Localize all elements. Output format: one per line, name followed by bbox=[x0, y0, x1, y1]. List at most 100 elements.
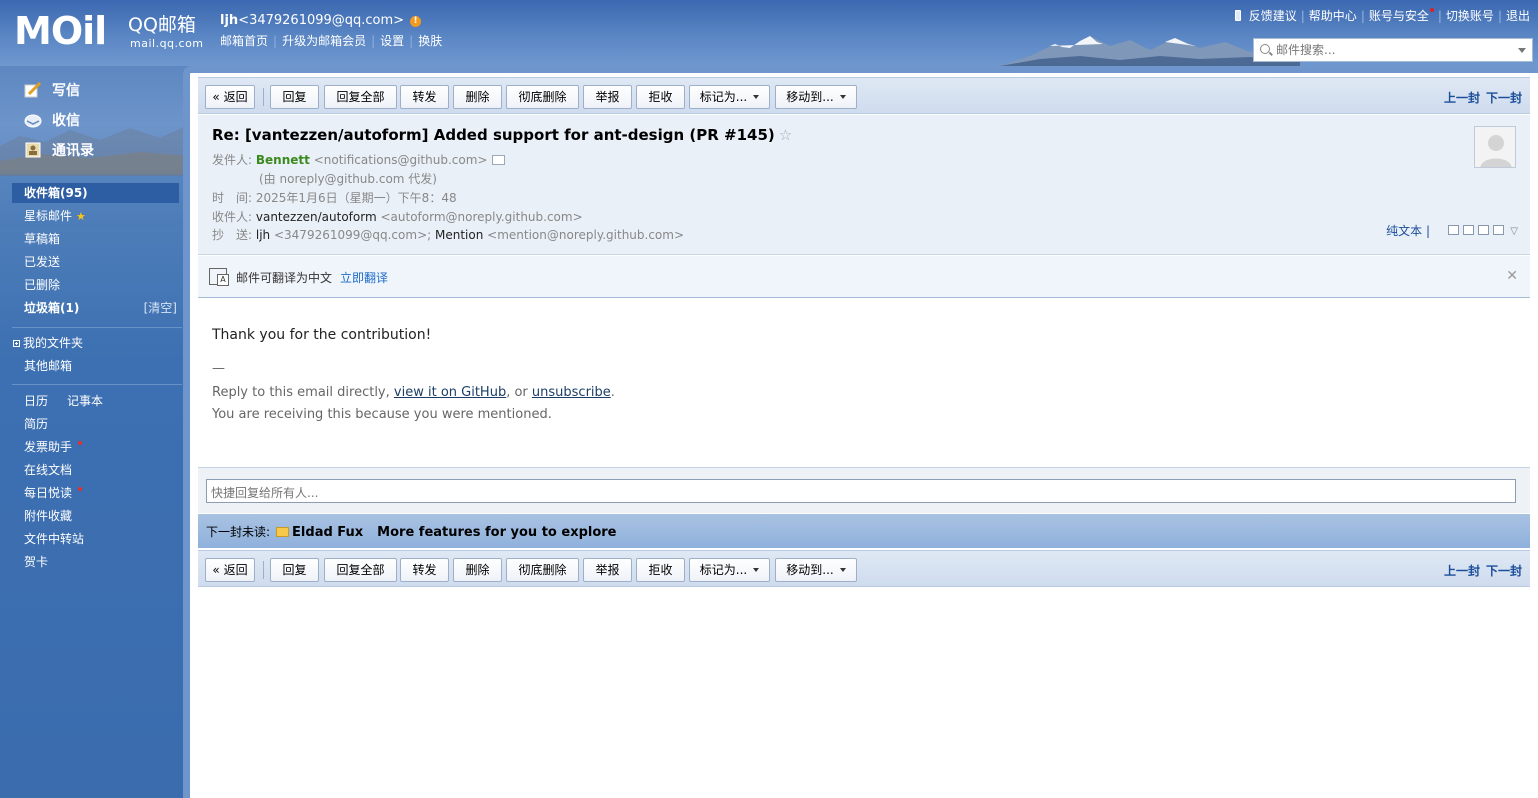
prev-mail-link[interactable]: 上一封 bbox=[1444, 91, 1480, 105]
warning-icon[interactable]: ! bbox=[410, 16, 422, 27]
next-unread-sender[interactable]: Eldad Fux bbox=[292, 525, 363, 540]
search-input[interactable] bbox=[1276, 41, 1511, 59]
delete-button[interactable]: 删除 bbox=[453, 85, 502, 109]
mail-header: Re: [vantezzen/autoform] Added support f… bbox=[198, 115, 1530, 255]
daily-reading-link[interactable]: 每日悦读 bbox=[24, 483, 179, 503]
download-icon[interactable] bbox=[1478, 225, 1490, 235]
note-icon[interactable] bbox=[1463, 225, 1475, 235]
folder-spam[interactable]: 垃圾箱(1) [清空] bbox=[24, 298, 179, 318]
move-to-dropdown[interactable]: 移动到... bbox=[775, 558, 857, 582]
invoice-helper-label: 发票助手 bbox=[24, 440, 73, 454]
next-mail-link[interactable]: 下一封 bbox=[1486, 91, 1522, 105]
clear-spam-link[interactable]: [清空] bbox=[144, 298, 177, 318]
unsubscribe-link[interactable]: unsubscribe bbox=[532, 385, 611, 400]
top-nav-links: 邮箱首页 | 升级为邮箱会员 | 设置 | 换肤 bbox=[220, 34, 443, 48]
link-logout[interactable]: 退出 bbox=[1506, 9, 1530, 23]
forward-button[interactable]: 转发 bbox=[400, 85, 449, 109]
invoice-helper-link[interactable]: 发票助手 bbox=[24, 437, 179, 457]
attachment-favorites-link[interactable]: 附件收藏 bbox=[24, 506, 179, 526]
search-icon[interactable] bbox=[1260, 44, 1270, 54]
reply-button[interactable]: 回复 bbox=[270, 558, 319, 582]
quick-reply-input[interactable] bbox=[206, 479, 1516, 503]
report-button[interactable]: 举报 bbox=[583, 85, 632, 109]
mail-body-text: Thank you for the contribution! bbox=[212, 327, 432, 343]
other-mailbox-link[interactable]: 其他邮箱 bbox=[24, 356, 179, 376]
tools-row-calendar-notes: 日历 记事本 bbox=[24, 391, 179, 411]
mark-as-dropdown[interactable]: 标记为... bbox=[689, 85, 770, 109]
mark-as-dropdown[interactable]: 标记为... bbox=[689, 558, 770, 582]
greeting-cards-link[interactable]: 贺卡 bbox=[24, 552, 179, 572]
folder-inbox[interactable]: 收件箱(95) bbox=[12, 183, 179, 203]
receive-mail-button[interactable]: 收信 bbox=[24, 110, 80, 132]
user-name: ljh bbox=[220, 13, 239, 28]
link-change-skin[interactable]: 换肤 bbox=[418, 34, 442, 48]
back-button[interactable]: « 返回 bbox=[205, 85, 255, 109]
file-transfer-link[interactable]: 文件中转站 bbox=[24, 529, 179, 549]
new-window-icon[interactable] bbox=[1448, 225, 1460, 235]
folder-deleted[interactable]: 已删除 bbox=[24, 275, 179, 295]
delete-button[interactable]: 删除 bbox=[453, 558, 502, 582]
logo-qq-text: QQ邮箱 bbox=[128, 14, 196, 36]
compose-button[interactable]: 写信 bbox=[24, 80, 80, 102]
reject-button[interactable]: 拒收 bbox=[636, 558, 685, 582]
cc-name[interactable]: Mention bbox=[435, 228, 483, 242]
next-unread-subject[interactable]: More features for you to explore bbox=[377, 525, 616, 540]
chevron-down-icon[interactable]: ▽ bbox=[1510, 226, 1518, 237]
contacts-button[interactable]: 通讯录 bbox=[24, 140, 94, 162]
plain-text-link[interactable]: 纯文本 | bbox=[1386, 222, 1430, 239]
report-button[interactable]: 举报 bbox=[583, 558, 632, 582]
calendar-link[interactable]: 日历 bbox=[24, 394, 48, 408]
reply-button[interactable]: 回复 bbox=[270, 85, 319, 109]
folder-sent[interactable]: 已发送 bbox=[24, 252, 179, 272]
move-to-dropdown[interactable]: 移动到... bbox=[775, 85, 857, 109]
next-unread-info[interactable]: 下一封未读: Eldad Fux More features for you to … bbox=[206, 523, 617, 540]
sender-avatar[interactable] bbox=[1474, 126, 1516, 168]
forward-button[interactable]: 转发 bbox=[400, 558, 449, 582]
online-docs-link[interactable]: 在线文档 bbox=[24, 460, 179, 480]
folder-spam-label: 垃圾箱(1) bbox=[24, 301, 80, 315]
link-account-security[interactable]: 账号与安全 bbox=[1369, 9, 1429, 23]
receive-label: 收信 bbox=[52, 113, 80, 129]
link-switch-account[interactable]: 切换账号 bbox=[1446, 9, 1494, 23]
recipient-name[interactable]: vantezzen/autoform bbox=[256, 210, 377, 224]
view-on-github-link[interactable]: view it on GitHub bbox=[394, 385, 506, 400]
cc-name[interactable]: ljh bbox=[256, 228, 270, 242]
sidebar-divider bbox=[12, 327, 182, 328]
link-feedback[interactable]: 反馈建议 bbox=[1249, 9, 1297, 23]
prev-mail-link[interactable]: 上一封 bbox=[1444, 564, 1480, 578]
sender-name[interactable]: Bennett bbox=[256, 153, 310, 167]
print-icon[interactable] bbox=[1493, 225, 1505, 235]
resume-link[interactable]: 简历 bbox=[24, 414, 179, 434]
qq-mail-logo[interactable]: MOil QQ邮箱 mail.qq.com bbox=[14, 10, 204, 52]
link-mail-home[interactable]: 邮箱首页 bbox=[220, 34, 268, 48]
translate-now-link[interactable]: 立即翻译 bbox=[340, 271, 388, 285]
default-avatar-icon bbox=[1475, 127, 1515, 167]
star-icon[interactable]: ☆ bbox=[779, 126, 792, 144]
reject-button[interactable]: 拒收 bbox=[636, 85, 685, 109]
quick-reply-area bbox=[198, 467, 1530, 513]
mail-search-box[interactable] bbox=[1253, 38, 1533, 62]
expand-plus-icon[interactable] bbox=[13, 340, 20, 347]
reply-all-button[interactable]: 回复全部 bbox=[324, 558, 397, 582]
link-upgrade-vip[interactable]: 升级为邮箱会员 bbox=[282, 34, 366, 48]
folder-starred[interactable]: 星标邮件 ★ bbox=[24, 206, 179, 226]
chevron-down-icon[interactable] bbox=[1518, 48, 1526, 53]
folder-drafts[interactable]: 草稿箱 bbox=[24, 229, 179, 249]
contacts-icon bbox=[25, 142, 41, 158]
mobile-phone-icon[interactable] bbox=[1234, 10, 1241, 21]
my-folders-toggle[interactable]: 我的文件夹 bbox=[13, 333, 179, 353]
notification-dot-icon bbox=[1429, 8, 1434, 12]
close-icon[interactable]: ✕ bbox=[1506, 268, 1518, 284]
delete-permanently-button[interactable]: 彻底删除 bbox=[506, 558, 579, 582]
back-button[interactable]: « 返回 bbox=[205, 558, 255, 582]
contact-card-icon[interactable] bbox=[492, 155, 506, 165]
next-mail-link[interactable]: 下一封 bbox=[1486, 564, 1522, 578]
link-help-center[interactable]: 帮助中心 bbox=[1309, 9, 1357, 23]
delete-permanently-button[interactable]: 彻底删除 bbox=[506, 85, 579, 109]
reply-mid-text: , or bbox=[506, 385, 532, 400]
link-settings[interactable]: 设置 bbox=[380, 34, 404, 48]
translate-prompt: 邮件可翻译为中文 立即翻译 bbox=[236, 269, 388, 286]
notes-link[interactable]: 记事本 bbox=[67, 394, 103, 408]
reply-all-button[interactable]: 回复全部 bbox=[324, 85, 397, 109]
next-unread-bar[interactable]: 下一封未读: Eldad Fux More features for you to … bbox=[198, 514, 1530, 548]
